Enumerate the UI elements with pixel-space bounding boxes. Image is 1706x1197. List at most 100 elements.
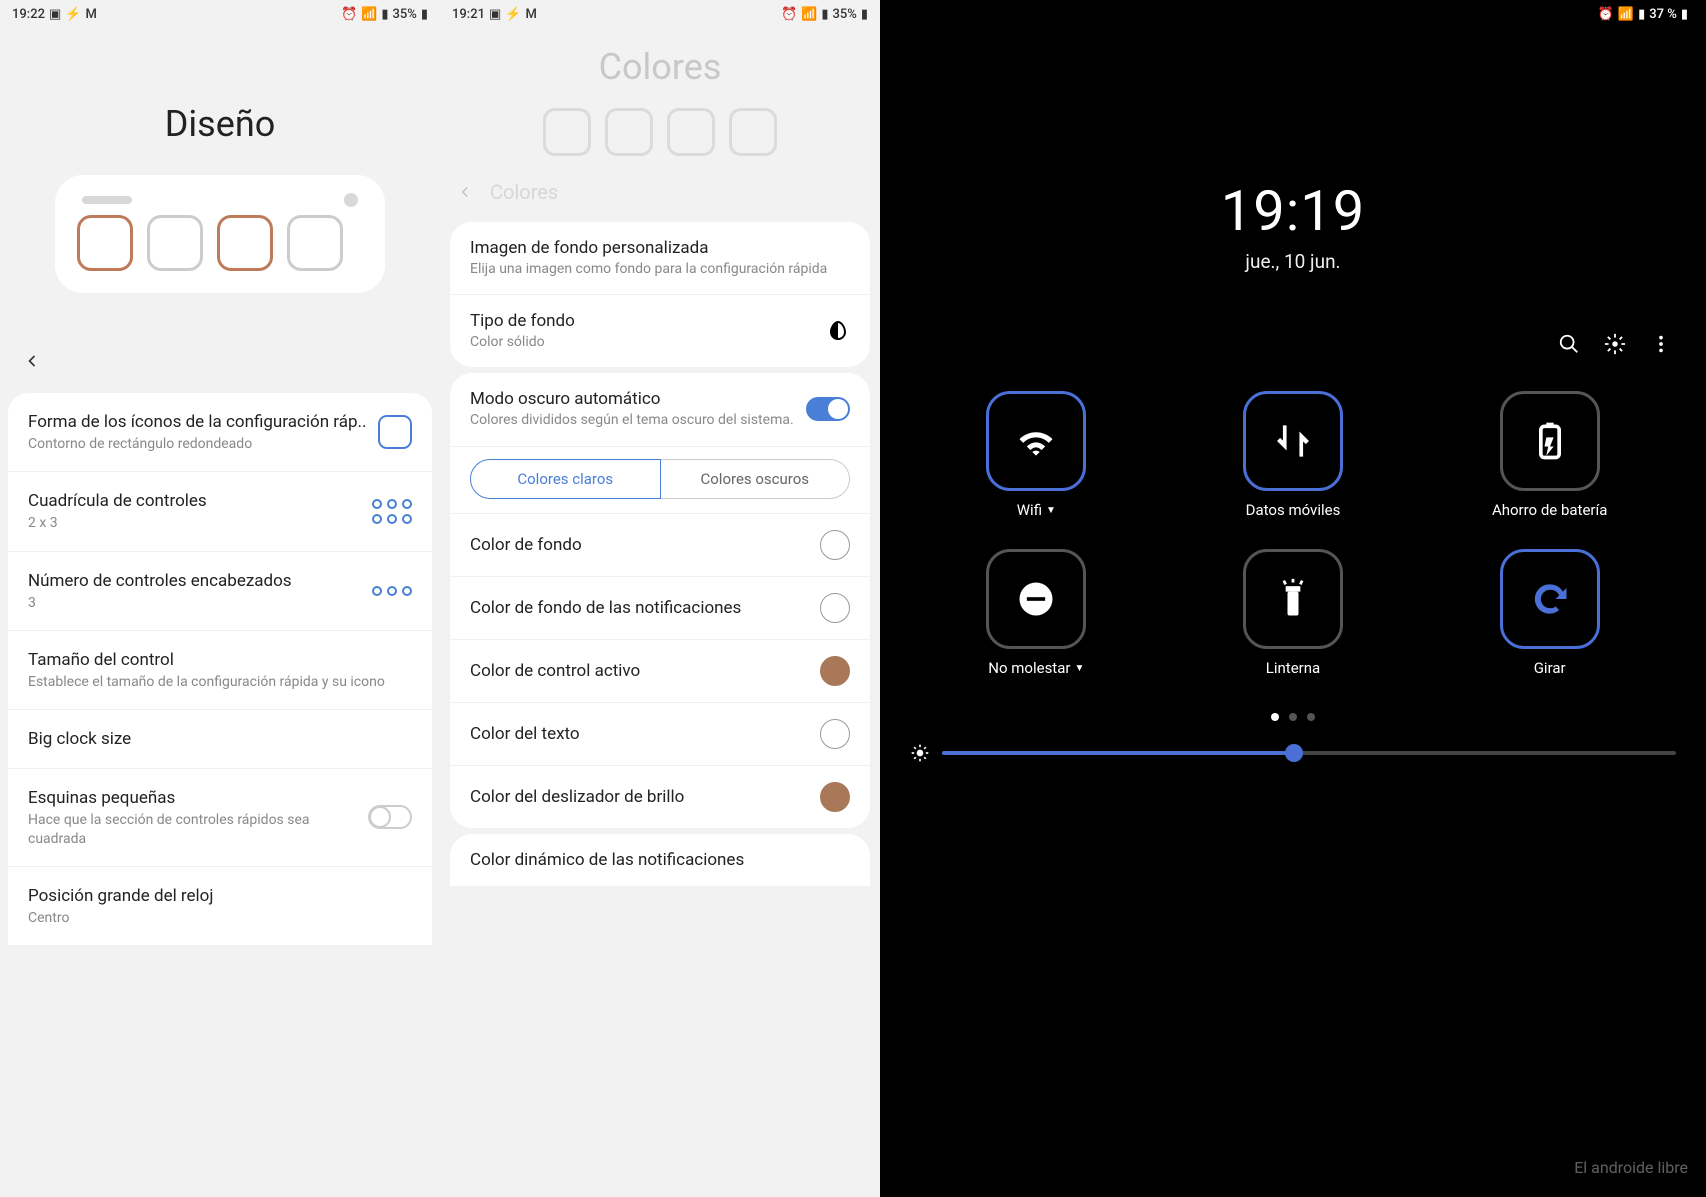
slider-track[interactable] <box>942 751 1676 755</box>
toggle-on[interactable] <box>806 397 850 421</box>
chevron-down-icon: ▼ <box>1074 663 1084 674</box>
page-dot <box>1289 713 1297 721</box>
alarm-icon: ⏰ <box>1598 7 1614 22</box>
row-small-corners[interactable]: Esquinas pequeñas Hace que la sección de… <box>8 769 432 866</box>
more-icon[interactable] <box>1650 333 1672 355</box>
qs-tile-data: Datos móviles <box>1175 391 1412 519</box>
wifi-icon: 📶 <box>1618 7 1634 22</box>
brightness-icon <box>910 743 930 763</box>
alarm-icon: ⏰ <box>781 7 797 22</box>
preview-tile-icon <box>217 215 273 271</box>
row-bg-type[interactable]: Tipo de fondo Color sólido <box>450 295 870 367</box>
qs-tile-wifi: Wifi▼ <box>918 391 1155 519</box>
row-title: Esquinas pequeñas <box>28 787 368 809</box>
row-bg-color[interactable]: Color de fondo <box>450 514 870 577</box>
grid-dots-icon <box>372 499 412 524</box>
row-sub: Hace que la sección de controles rápidos… <box>28 811 368 847</box>
status-bar: 19:22 ▣ ⚡ M ⏰ 📶 ▮ 35% ▮ <box>0 0 440 28</box>
wifi-icon <box>1014 419 1058 463</box>
flash-icon: ⚡ <box>65 7 81 22</box>
row-title: Color de control activo <box>470 661 640 681</box>
panel-quicksettings: ⏰ 📶 ▮ 37 % ▮ 19:19 jue., 10 jun. Wifi▼ D… <box>880 0 1706 1197</box>
flashlight-icon <box>1271 577 1315 621</box>
row-title: Color del deslizador de brillo <box>470 787 684 807</box>
row-title: Color de fondo de las notificaciones <box>470 598 741 618</box>
panel-colores: 19:21 ▣ ⚡ M ⏰ 📶 ▮ 35% ▮ Colores Colores … <box>440 0 880 1197</box>
row-title: Color dinámico de las notificaciones <box>470 850 744 870</box>
preview-tile-icon <box>147 215 203 271</box>
row-title: Modo oscuro automático <box>470 389 794 409</box>
row-slider-color[interactable]: Color del deslizador de brillo <box>450 766 870 828</box>
qs-label[interactable]: Datos móviles <box>1246 501 1341 519</box>
row-title: Big clock size <box>28 728 412 750</box>
row-auto-dark[interactable]: Modo oscuro automático Colores divididos… <box>450 373 870 446</box>
row-icon-shape[interactable]: Forma de los íconos de la configuración … <box>8 393 432 472</box>
qs-label[interactable]: Linterna <box>1266 659 1320 677</box>
signal-icon: ▮ <box>1638 7 1645 22</box>
row-text-color[interactable]: Color del texto <box>450 703 870 766</box>
row-title: Tamaño del control <box>28 649 412 671</box>
row-big-clock[interactable]: Big clock size <box>8 710 432 769</box>
wifi-icon: 📶 <box>801 7 817 22</box>
rotate-icon <box>1528 577 1572 621</box>
chevron-left-icon[interactable] <box>456 183 474 201</box>
qs-tile-dnd: No molestar ▼ <box>918 549 1155 677</box>
row-tile-size[interactable]: Tamaño del control Establece el tamaño d… <box>8 631 432 710</box>
clock-date: jue., 10 jun. <box>880 250 1706 273</box>
row-sub: Color sólido <box>470 333 575 351</box>
sticky-title: Colores <box>490 180 558 204</box>
qs-tile-flashlight: Linterna <box>1175 549 1412 677</box>
mail-icon: M <box>85 7 96 22</box>
qs-label[interactable]: Girar <box>1534 659 1566 677</box>
tab-dark[interactable]: Colores oscuros <box>661 459 851 499</box>
slider-thumb[interactable] <box>1285 744 1303 762</box>
brightness-slider[interactable] <box>880 721 1706 771</box>
row-active-color[interactable]: Color de control activo <box>450 640 870 703</box>
page-dot <box>1271 713 1279 721</box>
page-title: Diseño <box>0 103 440 145</box>
flash-icon: ⚡ <box>505 7 521 22</box>
search-icon[interactable] <box>1558 333 1580 355</box>
battery-icon: ▮ <box>421 7 428 22</box>
clock: 19:19 jue., 10 jun. <box>880 178 1706 273</box>
status-bar: ⏰ 📶 ▮ 37 % ▮ <box>880 0 1706 28</box>
battery-icon: ▮ <box>861 7 868 22</box>
qs-tile-rotate: Girar <box>1431 549 1668 677</box>
qs-button-wifi[interactable] <box>986 391 1086 491</box>
row-grid[interactable]: Cuadrícula de controles 2 x 3 <box>8 472 432 551</box>
row-notif-bg-color[interactable]: Color de fondo de las notificaciones <box>450 577 870 640</box>
sticky-header: Colores <box>440 168 880 216</box>
qs-label[interactable]: Wifi <box>1017 501 1042 519</box>
page-indicator[interactable] <box>880 713 1706 721</box>
dnd-icon <box>1014 577 1058 621</box>
preview-handle <box>82 196 132 204</box>
card-colors: Modo oscuro automático Colores divididos… <box>450 373 870 827</box>
row-sub: Colores divididos según el tema oscuro d… <box>470 411 794 429</box>
row-title: Color de fondo <box>470 535 582 555</box>
qs-button-flashlight[interactable] <box>1243 549 1343 649</box>
back-button[interactable] <box>0 333 440 393</box>
status-time: 19:21 <box>452 7 485 22</box>
toggle-off[interactable] <box>368 805 412 829</box>
status-time: 19:22 <box>12 7 45 22</box>
row-custom-bg[interactable]: Imagen de fondo personalizada Elija una … <box>450 222 870 295</box>
qs-toolbar <box>880 273 1706 373</box>
color-swatch <box>820 719 850 749</box>
qs-button-dnd[interactable] <box>986 549 1086 649</box>
battery-icon: ▮ <box>1681 7 1688 22</box>
row-sub: Elija una imagen como fondo para la conf… <box>470 260 827 278</box>
qs-button-data[interactable] <box>1243 391 1343 491</box>
preview-dot <box>344 193 358 207</box>
tab-light[interactable]: Colores claros <box>470 459 661 499</box>
row-header-count[interactable]: Número de controles encabezados 3 <box>8 552 432 631</box>
qs-label[interactable]: No molestar <box>988 659 1070 677</box>
row-title: Forma de los íconos de la configuración … <box>28 411 378 433</box>
gear-icon[interactable] <box>1604 333 1626 355</box>
row-clock-position[interactable]: Posición grande del reloj Centro <box>8 867 432 945</box>
qs-button-battery-saver[interactable] <box>1500 391 1600 491</box>
qs-button-rotate[interactable] <box>1500 549 1600 649</box>
status-bar: 19:21 ▣ ⚡ M ⏰ 📶 ▮ 35% ▮ <box>440 0 880 28</box>
row-dynamic-color[interactable]: Color dinámico de las notificaciones <box>450 834 870 886</box>
preview-card <box>55 175 385 293</box>
qs-label[interactable]: Ahorro de batería <box>1492 501 1607 519</box>
